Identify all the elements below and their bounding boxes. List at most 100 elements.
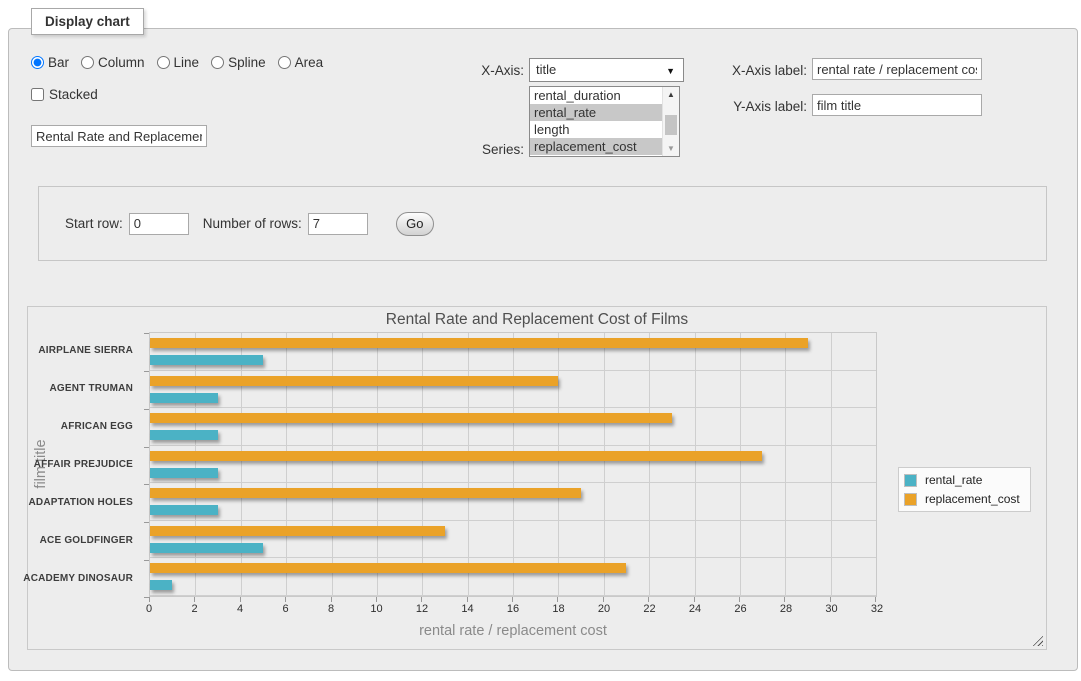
chart-title-input[interactable] xyxy=(31,125,207,147)
x-axis-select[interactable]: title ▼ xyxy=(529,58,684,82)
series-listbox-label: Series: xyxy=(409,142,524,157)
x-tick-label: 20 xyxy=(598,603,610,615)
y-category-label: ACADEMY DINOSAUR xyxy=(28,559,141,597)
x-tick-mark xyxy=(648,597,649,602)
x-tick-label: 2 xyxy=(191,603,197,615)
legend-label: replacement_cost xyxy=(925,492,1020,506)
x-axis-ticks: 02468101214161820222426283032 xyxy=(149,603,877,617)
legend-swatch-rental_rate xyxy=(904,474,917,487)
bar-replacement_cost xyxy=(150,338,808,348)
bar-rental_rate xyxy=(150,355,263,365)
resize-handle-icon[interactable] xyxy=(1031,634,1043,646)
plot-area xyxy=(149,332,877,597)
y-tick-mark xyxy=(144,560,149,561)
x-tick-mark xyxy=(194,597,195,602)
x-tick-label: 18 xyxy=(552,603,564,615)
x-tick-label: 16 xyxy=(507,603,519,615)
x-tick-label: 22 xyxy=(643,603,655,615)
bar-replacement_cost xyxy=(150,526,445,536)
x-tick-mark xyxy=(875,597,876,602)
series-option-rental_duration[interactable]: rental_duration xyxy=(530,87,662,104)
y-category-label: AGENT TRUMAN xyxy=(28,370,141,408)
chart-type-area[interactable]: Area xyxy=(278,55,324,70)
x-tick-label: 12 xyxy=(416,603,428,615)
y-tick-mark xyxy=(144,522,149,523)
y-tick-mark xyxy=(144,371,149,372)
stacked-label: Stacked xyxy=(49,87,98,102)
chart-type-radio-spline[interactable] xyxy=(211,56,224,69)
y-category-label: ACE GOLDFINGER xyxy=(28,521,141,559)
series-option-length[interactable]: length xyxy=(530,121,662,138)
bar-rental_rate xyxy=(150,543,263,553)
series-listbox[interactable]: rental_durationrental_ratelengthreplacem… xyxy=(529,86,680,157)
y-category-label: AIRPLANE SIERRA xyxy=(28,332,141,370)
x-tick-label: 8 xyxy=(328,603,334,615)
chart-type-radio-column[interactable] xyxy=(81,56,94,69)
stacked-checkbox[interactable] xyxy=(31,88,44,101)
x-tick-label: 6 xyxy=(282,603,288,615)
y-category-label: ADAPTATION HOLES xyxy=(28,483,141,521)
x-tick-label: 0 xyxy=(146,603,152,615)
bar-rental_rate xyxy=(150,468,218,478)
y-category-label: AFRICAN EGG xyxy=(28,408,141,446)
bar-group-affair-prejudice xyxy=(150,446,876,484)
x-tick-label: 28 xyxy=(780,603,792,615)
y-axis-label-input[interactable] xyxy=(812,94,982,116)
bar-replacement_cost xyxy=(150,413,672,423)
chart-type-line[interactable]: Line xyxy=(157,55,200,70)
bar-group-adaptation-holes xyxy=(150,483,876,521)
x-axis-select-value: title xyxy=(536,62,556,77)
y-tick-mark xyxy=(144,447,149,448)
bar-rental_rate xyxy=(150,430,218,440)
y-tick-mark xyxy=(144,484,149,485)
chart-type-radio-bar[interactable] xyxy=(31,56,44,69)
y-category-label: AFFAIR PREJUDICE xyxy=(28,446,141,484)
legend-entry-replacement_cost: replacement_cost xyxy=(904,492,1020,506)
x-tick-label: 10 xyxy=(370,603,382,615)
series-option-replacement_cost[interactable]: replacement_cost xyxy=(530,138,662,155)
display-chart-panel: Display chart BarColumnLineSplineArea St… xyxy=(8,28,1078,671)
chevron-down-icon: ▼ xyxy=(666,66,675,76)
chart-container: Rental Rate and Replacement Cost of Film… xyxy=(27,306,1047,650)
stacked-checkbox-row[interactable]: Stacked xyxy=(31,87,98,102)
series-option-rental_rate[interactable]: rental_rate xyxy=(530,104,662,121)
x-tick-mark xyxy=(331,597,332,602)
x-tick-mark xyxy=(830,597,831,602)
scrollbar-thumb[interactable] xyxy=(665,115,677,135)
go-button[interactable]: Go xyxy=(396,212,434,236)
bar-replacement_cost xyxy=(150,563,626,573)
chart-type-radio-area[interactable] xyxy=(278,56,291,69)
x-tick-label: 26 xyxy=(734,603,746,615)
start-row-input[interactable] xyxy=(129,213,189,235)
x-tick-mark xyxy=(557,597,558,602)
x-tick-mark xyxy=(694,597,695,602)
x-tick-label: 32 xyxy=(871,603,883,615)
bar-rental_rate xyxy=(150,505,218,515)
y-tick-mark xyxy=(144,409,149,410)
chart-type-radio-label: Spline xyxy=(228,55,266,70)
x-tick-label: 24 xyxy=(689,603,701,615)
scroll-up-icon[interactable]: ▲ xyxy=(663,87,679,102)
chart-type-radio-label: Column xyxy=(98,55,145,70)
listbox-scrollbar[interactable]: ▲ ▼ xyxy=(662,87,679,156)
chart-type-spline[interactable]: Spline xyxy=(211,55,266,70)
chart-type-bar[interactable]: Bar xyxy=(31,55,69,70)
bar-group-african-egg xyxy=(150,408,876,446)
legend-label: rental_rate xyxy=(925,473,982,487)
x-axis-label-input[interactable] xyxy=(812,58,982,80)
bar-group-academy-dinosaur xyxy=(150,558,876,596)
num-rows-input[interactable] xyxy=(308,213,368,235)
bar-replacement_cost xyxy=(150,451,762,461)
scroll-down-icon[interactable]: ▼ xyxy=(663,141,679,156)
x-tick-label: 4 xyxy=(237,603,243,615)
num-rows-label: Number of rows: xyxy=(203,216,302,231)
panel-title: Display chart xyxy=(31,8,144,35)
chart-type-column[interactable]: Column xyxy=(81,55,145,70)
bar-rental_rate xyxy=(150,393,218,403)
chart-type-radio-line[interactable] xyxy=(157,56,170,69)
bar-group-ace-goldfinger xyxy=(150,521,876,559)
x-tick-mark xyxy=(149,597,150,602)
series-options: rental_durationrental_ratelengthreplacem… xyxy=(530,87,662,156)
x-tick-mark xyxy=(467,597,468,602)
bar-replacement_cost xyxy=(150,376,558,386)
